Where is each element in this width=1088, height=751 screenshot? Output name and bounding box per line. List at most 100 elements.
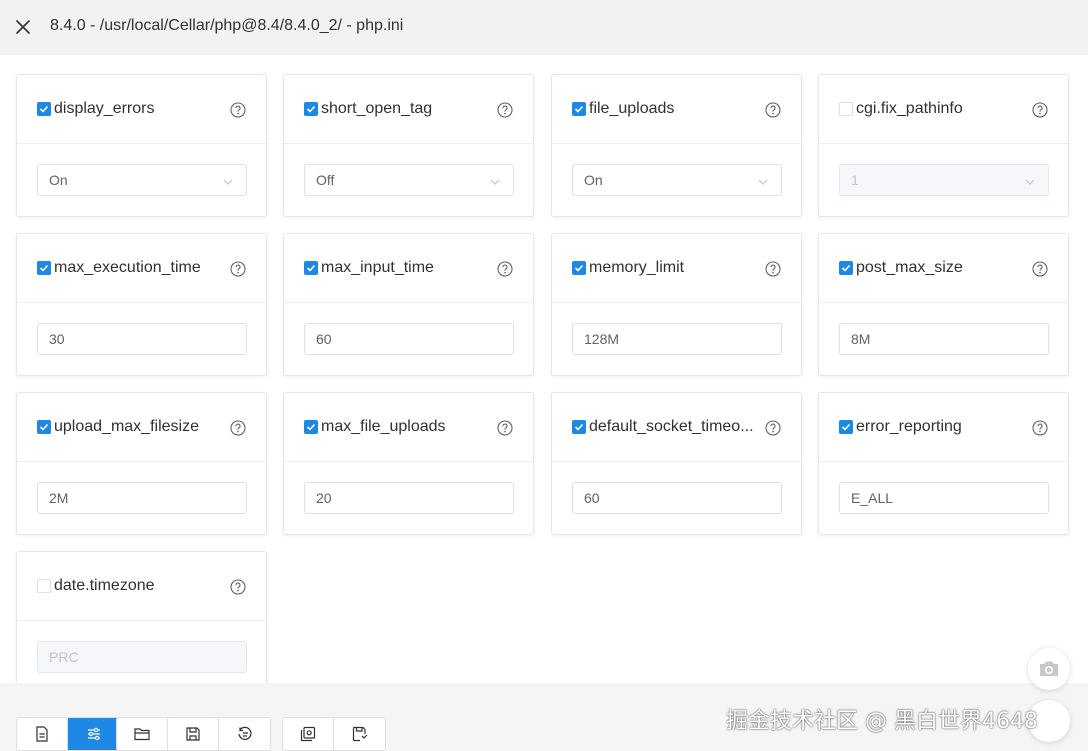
field-value: 8M	[851, 331, 871, 347]
checkmark-icon	[574, 423, 584, 431]
help-icon[interactable]	[230, 102, 246, 118]
setting-card: max_input_time 60	[283, 233, 534, 376]
value-input[interactable]: PRC	[37, 641, 247, 673]
setting-card: short_open_tag Off	[283, 74, 534, 217]
setting-card-header: error_reporting	[819, 393, 1068, 462]
title-bar: 8.4.0 - /usr/local/Cellar/php@8.4/8.4.0_…	[0, 0, 1088, 55]
field-value: 1	[851, 172, 859, 188]
enable-checkbox[interactable]	[304, 102, 318, 116]
help-icon[interactable]	[1032, 261, 1048, 277]
screenshot-button[interactable]	[1028, 648, 1070, 690]
setting-card: default_socket_timeo... 60	[551, 392, 802, 535]
chevron-down-icon	[222, 175, 234, 187]
help-icon[interactable]	[497, 102, 513, 118]
checkmark-icon	[39, 264, 49, 272]
enable-checkbox[interactable]	[37, 420, 51, 434]
setting-card: max_file_uploads 20	[283, 392, 534, 535]
setting-card-header: max_file_uploads	[284, 393, 533, 462]
value-select[interactable]: 1	[839, 164, 1049, 196]
save-config-icon	[352, 726, 367, 742]
enable-checkbox[interactable]	[304, 261, 318, 275]
field-value: 20	[316, 490, 332, 506]
checkmark-icon	[306, 105, 316, 113]
value-input[interactable]: E_ALL	[839, 482, 1049, 514]
checkmark-icon	[841, 423, 851, 431]
folder-icon	[134, 728, 150, 741]
setting-label: file_uploads	[589, 100, 675, 117]
value-select[interactable]: On	[37, 164, 247, 196]
field-value: E_ALL	[851, 490, 894, 506]
watermark: 掘金技术社区 @ 黑白世界4648	[726, 709, 1038, 734]
value-input[interactable]: 2M	[37, 482, 247, 514]
enable-checkbox[interactable]	[572, 102, 586, 116]
help-icon[interactable]	[230, 579, 246, 595]
value-input[interactable]: 30	[37, 323, 247, 355]
setting-card-header: short_open_tag	[284, 75, 533, 144]
close-icon	[16, 20, 30, 34]
history-button[interactable]	[219, 718, 270, 750]
enable-checkbox[interactable]	[37, 102, 51, 116]
enable-checkbox[interactable]	[37, 579, 51, 593]
setting-card: display_errors On	[16, 74, 267, 217]
field-value: On	[584, 172, 603, 188]
document-icon	[36, 726, 48, 742]
setting-label: max_input_time	[321, 259, 434, 276]
setting-label: max_file_uploads	[321, 418, 446, 435]
document-view-button[interactable]	[17, 718, 68, 750]
setting-card: post_max_size 8M	[818, 233, 1069, 376]
setting-card-header: file_uploads	[552, 75, 801, 144]
value-input[interactable]: 60	[572, 482, 782, 514]
camera-icon	[1040, 661, 1058, 676]
toolbar-group-config	[282, 717, 386, 751]
setting-card-header: max_execution_time	[17, 234, 266, 303]
help-icon[interactable]	[765, 261, 781, 277]
value-input[interactable]: 8M	[839, 323, 1049, 355]
field-value: 60	[584, 490, 600, 506]
checkmark-icon	[574, 105, 584, 113]
help-icon[interactable]	[1032, 102, 1048, 118]
load-config-icon	[300, 726, 316, 742]
value-select[interactable]: On	[572, 164, 782, 196]
setting-card-header: date.timezone	[17, 552, 266, 621]
setting-label: upload_max_filesize	[54, 418, 199, 435]
value-input[interactable]: 128M	[572, 323, 782, 355]
save-config-button[interactable]	[334, 718, 385, 750]
value-input[interactable]: 20	[304, 482, 514, 514]
settings-view-button[interactable]	[68, 718, 119, 750]
enable-checkbox[interactable]	[37, 261, 51, 275]
enable-checkbox[interactable]	[839, 420, 853, 434]
field-value: Off	[316, 172, 335, 188]
help-icon[interactable]	[497, 261, 513, 277]
chevron-down-icon	[489, 175, 501, 187]
setting-label: memory_limit	[589, 259, 685, 276]
setting-card-header: default_socket_timeo...	[552, 393, 801, 462]
setting-card-header: display_errors	[17, 75, 266, 144]
setting-card: error_reporting E_ALL	[818, 392, 1069, 535]
help-icon[interactable]	[765, 420, 781, 436]
save-button[interactable]	[168, 718, 219, 750]
enable-checkbox[interactable]	[572, 261, 586, 275]
value-select[interactable]: Off	[304, 164, 514, 196]
field-value: 30	[49, 331, 65, 347]
enable-checkbox[interactable]	[572, 420, 586, 434]
help-icon[interactable]	[1032, 420, 1048, 436]
help-icon[interactable]	[765, 102, 781, 118]
help-icon[interactable]	[497, 420, 513, 436]
enable-checkbox[interactable]	[304, 420, 318, 434]
help-icon[interactable]	[230, 261, 246, 277]
setting-card: upload_max_filesize 2M	[16, 392, 267, 535]
close-button[interactable]	[12, 16, 34, 38]
setting-card-header: upload_max_filesize	[17, 393, 266, 462]
field-value: On	[49, 172, 68, 188]
history-icon	[237, 726, 252, 740]
setting-card: memory_limit 128M	[551, 233, 802, 376]
enable-checkbox[interactable]	[839, 102, 853, 116]
help-icon[interactable]	[230, 420, 246, 436]
setting-card: file_uploads On	[551, 74, 802, 217]
load-config-button[interactable]	[283, 718, 334, 750]
enable-checkbox[interactable]	[839, 261, 853, 275]
value-input[interactable]: 60	[304, 323, 514, 355]
open-folder-button[interactable]	[117, 718, 168, 750]
sliders-icon	[87, 727, 100, 741]
checkmark-icon	[39, 105, 49, 113]
